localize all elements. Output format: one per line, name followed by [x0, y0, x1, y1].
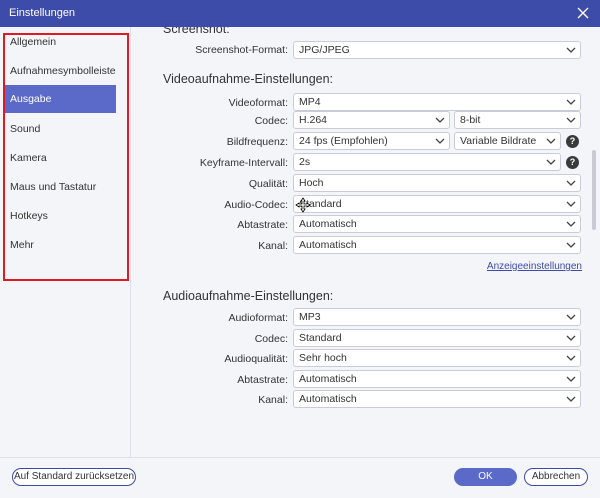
audio-codec-label: Audio-Codec:	[224, 199, 288, 211]
audio-channel-value: Automatisch	[299, 393, 357, 405]
video-framerate-select[interactable]: 24 fps (Empfohlen)	[293, 132, 450, 150]
audio-codec2-label: Codec:	[254, 333, 288, 345]
sidebar-item-mehr[interactable]: Mehr	[4, 231, 116, 259]
chevron-down-icon	[566, 355, 576, 361]
chevron-down-icon	[435, 117, 445, 123]
vertical-scrollbar[interactable]	[592, 150, 596, 230]
chevron-down-icon	[566, 221, 576, 227]
display-settings-link[interactable]: Anzeigeeinstellungen	[487, 261, 582, 272]
audio-channel-select[interactable]: Automatisch	[293, 390, 581, 408]
video-format-select[interactable]: MP4	[293, 93, 581, 111]
chevron-down-icon	[566, 201, 576, 207]
chevron-down-icon	[566, 335, 576, 341]
screenshot-format-value: JPG/JPEG	[299, 44, 350, 56]
video-samplerate-label: Abtastrate:	[237, 219, 288, 231]
video-codec-select[interactable]: H.264	[293, 111, 450, 129]
audio-format-label: Audioformat:	[228, 312, 288, 324]
audio-quality-label: Audioqualität:	[224, 353, 288, 365]
sidebar-item-hotkeys[interactable]: Hotkeys	[4, 202, 116, 230]
audio-format-select[interactable]: MP3	[293, 308, 581, 326]
keyframe-interval-value: 2s	[299, 156, 311, 168]
keyframe-interval-select[interactable]: 2s	[293, 153, 561, 171]
chevron-down-icon	[435, 138, 445, 144]
video-codec-label: Codec:	[254, 115, 288, 127]
audio-channel-label: Kanal:	[258, 394, 288, 406]
chevron-down-icon	[566, 180, 576, 186]
video-format-value: MP4	[299, 96, 321, 108]
audio-format-value: MP3	[299, 311, 321, 323]
audio-codec2-select[interactable]: Standard	[293, 329, 581, 347]
video-quality-label: Qualität:	[248, 178, 288, 190]
title-bar: Einstellungen	[0, 0, 600, 27]
cancel-button[interactable]: Abbrechen	[524, 468, 588, 486]
chevron-down-icon	[566, 117, 576, 123]
video-channel-select[interactable]: Automatisch	[293, 236, 581, 254]
video-quality-select[interactable]: Hoch	[293, 174, 581, 192]
video-bitdepth-value: 8-bit	[460, 114, 481, 126]
chevron-down-icon	[566, 99, 576, 105]
screenshot-section-title: Screenshot:	[163, 27, 230, 36]
video-samplerate-select[interactable]: Automatisch	[293, 215, 581, 233]
chevron-down-icon	[546, 159, 556, 165]
video-channel-value: Automatisch	[299, 239, 357, 251]
close-icon[interactable]	[574, 4, 592, 22]
keyframe-help-icon[interactable]: ?	[566, 156, 579, 169]
dialog-footer: Auf Standard zurücksetzen OK Abbrechen	[0, 458, 600, 498]
settings-sidebar: Allgemein Aufnahmesymbolleiste Ausgabe S…	[0, 27, 130, 457]
audio-quality-select[interactable]: Sehr hoch	[293, 349, 581, 367]
move-cursor-icon	[295, 197, 311, 213]
video-framerate-label: Bildfrequenz:	[226, 136, 288, 148]
video-section-title: Videoaufnahme-Einstellungen:	[163, 72, 334, 86]
video-quality-value: Hoch	[299, 177, 324, 189]
video-samplerate-value: Automatisch	[299, 218, 357, 230]
audio-codec-select[interactable]: Standard	[293, 195, 581, 213]
audio-samplerate-value: Automatisch	[299, 373, 357, 385]
video-codec-value: H.264	[299, 114, 328, 126]
window-title: Einstellungen	[9, 7, 76, 19]
audio-samplerate-select[interactable]: Automatisch	[293, 370, 581, 388]
chevron-down-icon	[566, 314, 576, 320]
video-format-label: Videoformat:	[228, 97, 288, 109]
chevron-down-icon	[566, 242, 576, 248]
chevron-down-icon	[566, 47, 576, 53]
screenshot-format-select[interactable]: JPG/JPEG	[293, 41, 581, 59]
framerate-help-icon[interactable]: ?	[566, 135, 579, 148]
audio-section-title: Audioaufnahme-Einstellungen:	[163, 289, 334, 303]
audio-samplerate-label: Abtastrate:	[237, 374, 288, 386]
audio-codec2-value: Standard	[299, 332, 342, 344]
reset-defaults-button[interactable]: Auf Standard zurücksetzen	[12, 468, 136, 486]
ok-button[interactable]: OK	[454, 468, 517, 486]
video-framerate-value: 24 fps (Empfohlen)	[299, 135, 388, 147]
sidebar-item-maus-und-tastatur[interactable]: Maus und Tastatur	[4, 173, 116, 201]
video-bitrate-select[interactable]: Variable Bildrate	[454, 132, 561, 150]
screenshot-format-label: Screenshot-Format:	[195, 44, 288, 56]
chevron-down-icon	[546, 138, 556, 144]
sidebar-item-sound[interactable]: Sound	[4, 115, 116, 143]
audio-quality-value: Sehr hoch	[299, 352, 347, 364]
chevron-down-icon	[566, 376, 576, 382]
chevron-down-icon	[566, 396, 576, 402]
sidebar-item-allgemein[interactable]: Allgemein	[4, 28, 116, 56]
sidebar-item-ausgabe[interactable]: Ausgabe	[4, 85, 116, 113]
sidebar-item-aufnahmesymbolleiste[interactable]: Aufnahmesymbolleiste	[4, 57, 116, 85]
settings-content: Screenshot: Screenshot-Format: JPG/JPEG …	[131, 27, 588, 457]
video-bitrate-value: Variable Bildrate	[460, 135, 537, 147]
sidebar-item-kamera[interactable]: Kamera	[4, 144, 116, 172]
keyframe-interval-label: Keyframe-Intervall:	[199, 157, 288, 169]
video-channel-label: Kanal:	[258, 240, 288, 252]
video-bitdepth-select[interactable]: 8-bit	[454, 111, 581, 129]
